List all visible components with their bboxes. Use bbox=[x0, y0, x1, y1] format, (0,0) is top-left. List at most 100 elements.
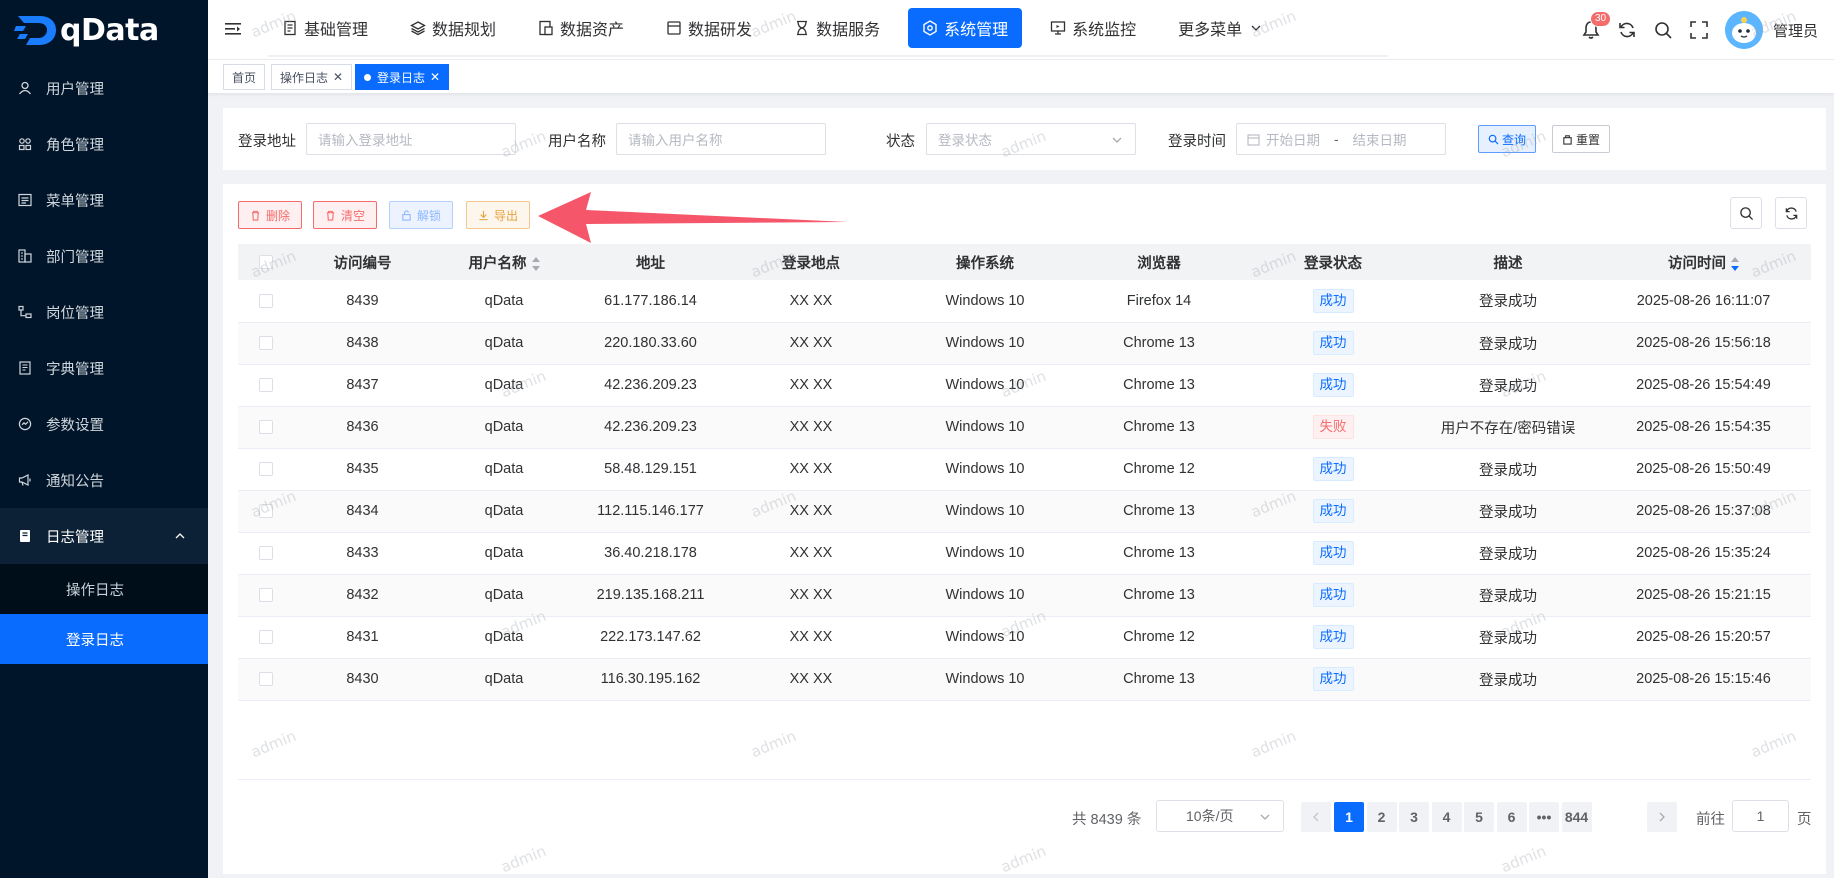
database-icon bbox=[666, 20, 682, 36]
topnav-item[interactable]: 数据规划 bbox=[396, 8, 510, 48]
cell-text: Chrome 13 bbox=[1123, 335, 1195, 351]
sort-icon[interactable] bbox=[531, 256, 540, 271]
refresh-icon[interactable] bbox=[1617, 20, 1637, 40]
table-cell: 8431 bbox=[294, 616, 431, 659]
topnav-item[interactable]: 系统管理 bbox=[908, 8, 1023, 48]
page-number-button[interactable]: 4 bbox=[1431, 802, 1462, 832]
fullscreen-icon[interactable] bbox=[1689, 20, 1709, 40]
search-form: 登录地址 请输入登录地址 用户名称 请输入用户名称 状态 登录状态 登录时间 开… bbox=[223, 108, 1826, 170]
export-button[interactable]: 导出 bbox=[466, 201, 531, 229]
more-pages-button[interactable]: ••• bbox=[1529, 802, 1559, 832]
topnav-item[interactable]: 系统监控 bbox=[1036, 8, 1150, 48]
cell-text: 8432 bbox=[346, 587, 379, 603]
tab-label: 首页 bbox=[232, 70, 257, 85]
row-checkbox[interactable] bbox=[259, 672, 273, 687]
topnav-item[interactable]: 更多菜单 bbox=[1164, 8, 1278, 48]
query-button[interactable]: 查询 bbox=[1478, 125, 1537, 153]
sidebar-item[interactable]: 用户管理 bbox=[0, 60, 208, 116]
table-row[interactable]: 8431 qData 222.173.147.62 XX XX Windows 10 Ch… bbox=[238, 616, 1811, 659]
select-all-checkbox[interactable] bbox=[259, 255, 273, 270]
row-checkbox[interactable] bbox=[259, 504, 273, 519]
delete-button[interactable]: 删除 bbox=[238, 201, 303, 229]
page-number-button[interactable]: 5 bbox=[1464, 802, 1494, 832]
row-checkbox[interactable] bbox=[259, 588, 273, 603]
sidebar-item[interactable]: 菜单管理 bbox=[0, 172, 208, 228]
sidebar-item[interactable]: 通知公告 bbox=[0, 452, 208, 508]
table-row[interactable]: 8430 qData 116.30.195.162 XX XX Windows 10 Ch… bbox=[238, 658, 1811, 701]
goto-page-input[interactable]: 1 bbox=[1732, 800, 1789, 832]
sidebar-subitem[interactable]: 登录日志 bbox=[0, 614, 208, 664]
topnav-item[interactable]: 数据研发 bbox=[652, 8, 766, 48]
page-number-button[interactable]: 2 bbox=[1366, 802, 1397, 832]
table-row[interactable]: 8439 qData 61.177.186.14 XX XX Windows 10 Fir… bbox=[238, 280, 1811, 323]
row-checkbox[interactable] bbox=[259, 630, 273, 645]
bell-icon[interactable]: 30 bbox=[1581, 11, 1612, 40]
row-checkbox[interactable] bbox=[259, 546, 273, 561]
row-checkbox[interactable] bbox=[259, 378, 273, 393]
column-header: 访问编号 bbox=[294, 244, 431, 280]
reset-button[interactable]: 重置 bbox=[1552, 125, 1611, 153]
ipaddr-input[interactable]: 请输入登录地址 bbox=[306, 123, 516, 155]
sidebar-item[interactable]: 参数设置 bbox=[0, 396, 208, 452]
page-number-button[interactable]: 1 bbox=[1334, 802, 1364, 832]
tab-operation-log[interactable]: 操作日志 ✕ bbox=[271, 64, 353, 90]
cell-text: Windows 10 bbox=[945, 292, 1025, 309]
table-row[interactable]: 8438 qData 220.180.33.60 XX XX Windows 10 Chr… bbox=[238, 322, 1811, 365]
table-row[interactable]: 8434 qData 112.115.146.177 XX XX Windows 10 C… bbox=[238, 490, 1811, 533]
sort-icon[interactable] bbox=[1731, 256, 1739, 271]
row-checkbox[interactable] bbox=[259, 462, 273, 477]
sidebar-item[interactable]: 角色管理 bbox=[0, 116, 208, 172]
topnav-item[interactable]: 数据资产 bbox=[524, 8, 638, 48]
search-icon[interactable] bbox=[1653, 20, 1673, 40]
page-number-button[interactable]: 844 bbox=[1561, 802, 1592, 832]
column-header-sortable[interactable]: 访问时间 bbox=[1596, 244, 1811, 280]
row-checkbox[interactable] bbox=[259, 293, 273, 308]
cell-text: 8430 bbox=[346, 671, 379, 687]
sidebar-item[interactable]: 部门管理 bbox=[0, 228, 208, 284]
username[interactable]: 管理员 bbox=[1773, 20, 1818, 41]
table-cell: qData bbox=[431, 490, 577, 533]
unlock-button[interactable]: 解锁 bbox=[389, 201, 454, 229]
table-row[interactable]: 8432 qData 219.135.168.211 XX XX Windows 10 C… bbox=[238, 574, 1811, 617]
sidebar-item[interactable]: 字典管理 bbox=[0, 340, 208, 396]
cell-text: 8436 bbox=[346, 419, 379, 435]
date-range-picker[interactable]: 开始日期 - 结束日期 bbox=[1236, 123, 1446, 155]
topnav-item[interactable]: 数据服务 bbox=[780, 8, 894, 48]
column-label: 浏览器 bbox=[1137, 255, 1181, 272]
prev-page-button[interactable] bbox=[1301, 802, 1331, 832]
tab-home[interactable]: 首页 bbox=[223, 64, 266, 90]
table-cell: Windows 10 bbox=[898, 448, 1072, 491]
table-row[interactable]: 8435 qData 58.48.129.151 XX XX Windows 10 Chr… bbox=[238, 448, 1811, 491]
sidebar-item[interactable]: 岗位管理 bbox=[0, 284, 208, 340]
sidebar-subitem[interactable]: 操作日志 bbox=[0, 564, 208, 614]
username-input[interactable]: 请输入用户名称 bbox=[616, 123, 826, 155]
refresh-table-button[interactable] bbox=[1775, 197, 1807, 229]
table-cell: 2025-08-26 15:56:18 bbox=[1596, 322, 1811, 365]
roles-icon bbox=[18, 137, 32, 151]
logo[interactable]: qData bbox=[0, 0, 208, 60]
page-size-select[interactable]: 10条/页 bbox=[1156, 800, 1284, 832]
page-number-button[interactable]: 3 bbox=[1399, 802, 1429, 832]
clear-button[interactable]: 清空 bbox=[313, 201, 378, 229]
close-icon[interactable]: ✕ bbox=[333, 70, 343, 84]
status-select[interactable]: 登录状态 bbox=[926, 123, 1136, 155]
toggle-search-button[interactable] bbox=[1730, 197, 1762, 229]
column-header-sortable[interactable]: 用户名称 bbox=[431, 244, 577, 280]
table-cell: 登录成功 bbox=[1420, 280, 1596, 323]
table-row[interactable]: 8436 qData 42.236.209.23 XX XX Windows 10 Chr… bbox=[238, 406, 1811, 449]
row-checkbox[interactable] bbox=[259, 420, 273, 435]
close-icon[interactable]: ✕ bbox=[430, 70, 440, 84]
table-row[interactable]: 8433 qData 36.40.218.178 XX XX Windows 10 Chr… bbox=[238, 532, 1811, 575]
topnav-item[interactable]: 基础管理 bbox=[268, 8, 382, 48]
next-page-button[interactable] bbox=[1647, 802, 1677, 832]
avatar[interactable] bbox=[1724, 11, 1763, 49]
table-row[interactable]: 8437 qData 42.236.209.23 XX XX Windows 10 Chr… bbox=[238, 364, 1811, 407]
page-number-button[interactable]: 6 bbox=[1496, 802, 1527, 832]
hamburger-icon[interactable] bbox=[224, 20, 242, 38]
chevron-down-icon bbox=[1112, 137, 1122, 143]
goto-value: 1 bbox=[1756, 808, 1765, 824]
tab-login-log[interactable]: 登录日志 ✕ bbox=[355, 64, 450, 90]
topnav-item-label: 基础管理 bbox=[304, 22, 369, 39]
row-checkbox[interactable] bbox=[259, 336, 273, 351]
sidebar-item[interactable]: 日志管理 bbox=[0, 508, 208, 564]
